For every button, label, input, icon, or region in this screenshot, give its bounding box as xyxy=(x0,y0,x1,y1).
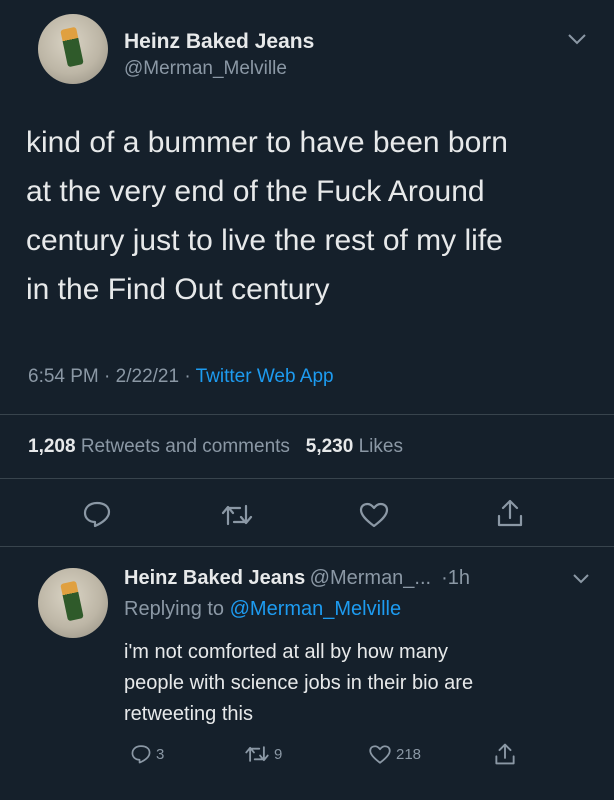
comment-icon[interactable] xyxy=(82,500,112,528)
likes-label: Likes xyxy=(358,436,403,457)
like-count: 218 xyxy=(396,746,422,763)
reply-time[interactable]: 1h xyxy=(448,567,470,589)
avatar-image xyxy=(60,580,84,622)
reply-text-line: people with science jobs in their bio ar… xyxy=(124,672,474,694)
meta-separator: · xyxy=(104,366,116,387)
reply-author-name[interactable]: Heinz Baked Jeans xyxy=(124,567,305,589)
replying-label: Replying to xyxy=(124,598,225,620)
tweet-source-link[interactable]: Twitter Web App xyxy=(196,366,334,387)
divider xyxy=(0,478,614,479)
heart-icon xyxy=(368,744,392,765)
retweets-stat[interactable]: 1,208 Retweets and comments xyxy=(28,436,290,457)
retweet-icon xyxy=(244,744,270,764)
reply-author-handle[interactable]: @Merman_... xyxy=(310,567,431,589)
divider xyxy=(0,546,614,547)
reply-header: Heinz Baked Jeans @Merman_... ·1h xyxy=(124,567,470,590)
tweet-meta: 6:54 PM · 2/22/21 · Twitter Web App xyxy=(28,366,334,388)
retweets-count: 1,208 xyxy=(28,436,76,457)
retweet-count: 9 xyxy=(274,745,283,763)
author-handle[interactable]: @Merman_Melville xyxy=(124,58,287,80)
heart-icon[interactable] xyxy=(358,501,390,529)
share-icon[interactable] xyxy=(494,742,516,766)
avatar-image xyxy=(60,26,84,68)
likes-count: 5,230 xyxy=(305,436,354,457)
tweet-text-line: century just to live the rest of my life xyxy=(26,224,503,257)
retweets-label: Retweets and comments xyxy=(80,436,290,457)
tweet-text-line: kind of a bummer to have been born xyxy=(26,126,508,159)
reply-text-line: retweeting this xyxy=(124,703,253,725)
reply-comment-button[interactable]: 3 xyxy=(130,744,164,764)
reply-retweet-button[interactable]: 9 xyxy=(244,744,282,764)
tweet-text-line: at the very end of the Fuck Around xyxy=(26,175,485,208)
retweet-icon[interactable] xyxy=(220,502,254,528)
meta-separator: · xyxy=(184,366,196,387)
tweet-text-line: in the Find Out century xyxy=(26,273,330,306)
replying-to: Replying to @Merman_Melville xyxy=(124,598,401,621)
likes-stat[interactable]: 5,230 Likes xyxy=(306,436,403,457)
reply-separator: · xyxy=(435,567,448,589)
tweet-date[interactable]: 2/22/21 xyxy=(116,366,179,387)
divider xyxy=(0,414,614,415)
reply-author-avatar[interactable] xyxy=(38,568,108,638)
chevron-down-icon[interactable] xyxy=(572,573,590,585)
tweet-stats: 1,208 Retweets and comments 5,230 Likes xyxy=(28,436,403,458)
author-name[interactable]: Heinz Baked Jeans xyxy=(124,30,314,54)
author-avatar[interactable] xyxy=(38,14,108,84)
share-icon[interactable] xyxy=(496,498,524,528)
reply-text-line: i'm not comforted at all by how many xyxy=(124,641,448,663)
tweet-text: kind of a bummer to have been born at th… xyxy=(26,118,606,314)
tweet-time[interactable]: 6:54 PM xyxy=(28,366,99,387)
reply-like-button[interactable]: 218 xyxy=(368,744,421,765)
chevron-down-icon[interactable] xyxy=(566,32,588,46)
reply-text: i'm not comforted at all by how many peo… xyxy=(124,637,604,730)
comment-icon xyxy=(130,744,152,764)
reply-count: 3 xyxy=(156,745,165,763)
replying-handle-link[interactable]: @Merman_Melville xyxy=(230,598,401,620)
